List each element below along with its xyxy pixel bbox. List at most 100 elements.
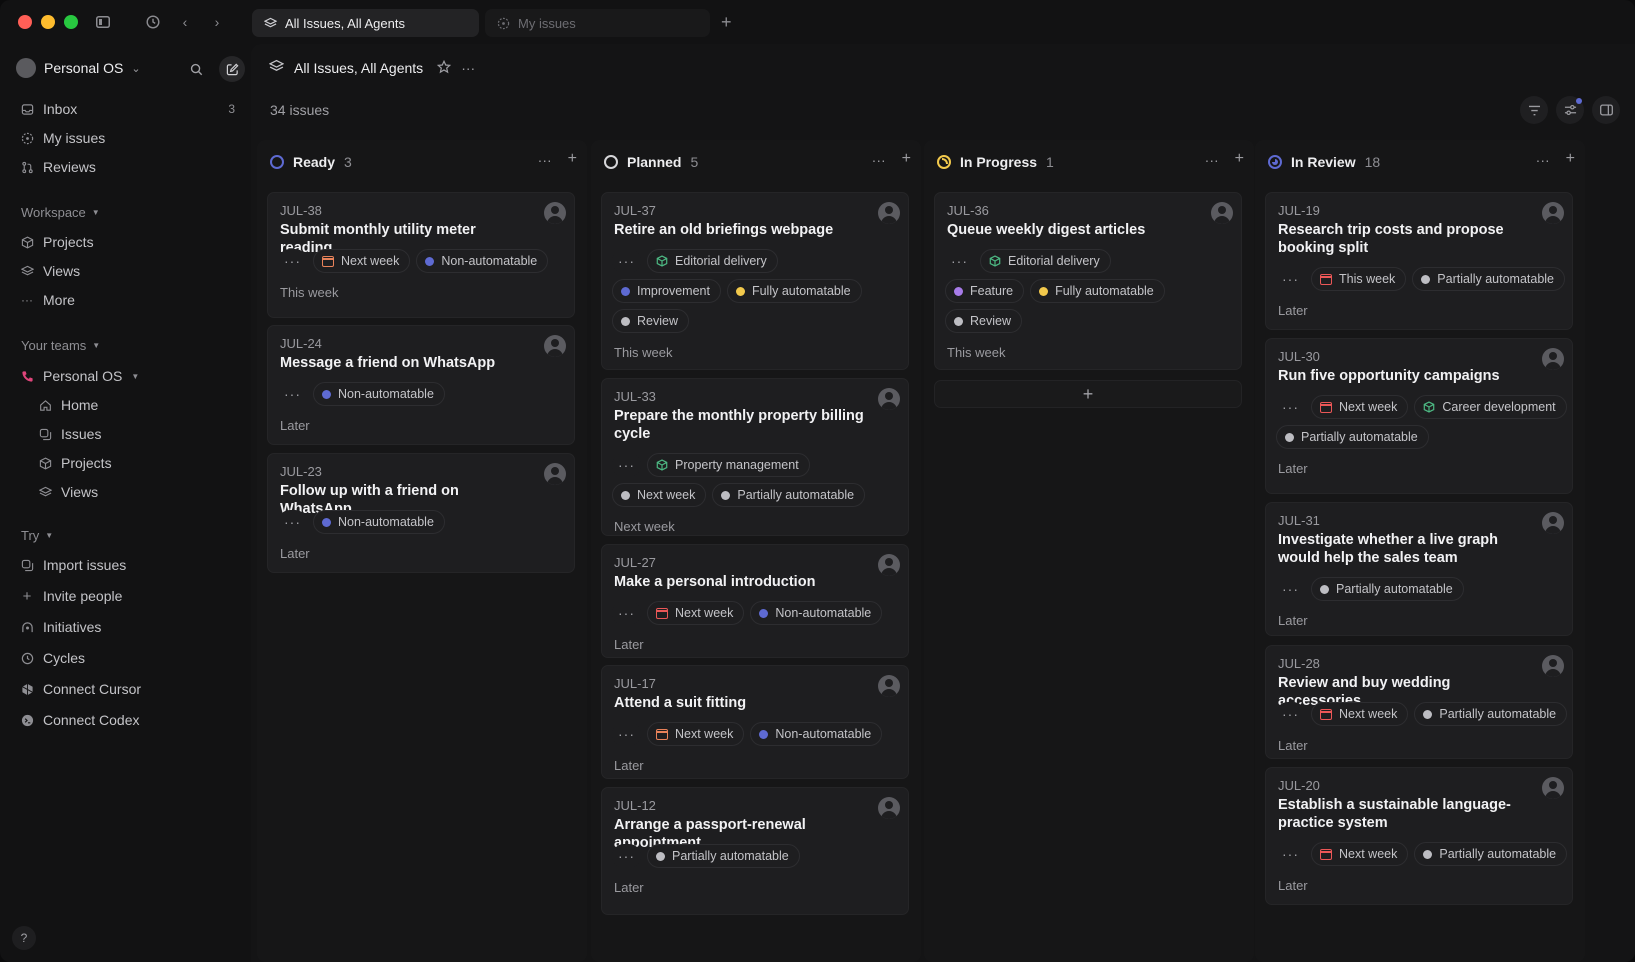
add-issue-icon[interactable]: + xyxy=(1566,150,1575,168)
chip-editorial-delivery[interactable]: Editorial delivery xyxy=(647,249,778,273)
chip-non-automatable[interactable]: Non-automatable xyxy=(313,510,445,534)
issue-card[interactable]: JUL-12 Arrange a passport-renewal appoint… xyxy=(601,787,909,915)
compose-icon[interactable] xyxy=(219,56,245,82)
more-actions-icon[interactable]: ··· xyxy=(278,510,307,534)
sidebar-item-connect-codex[interactable]: Connect Codex xyxy=(20,708,235,732)
assignee-avatar[interactable] xyxy=(878,202,900,224)
sidebar-toggle-icon[interactable] xyxy=(93,12,113,32)
chip-partially-automatable[interactable]: Partially automatable xyxy=(1414,702,1568,726)
chip-career-development[interactable]: Career development xyxy=(1414,395,1567,419)
issue-card[interactable]: JUL-20 Establish a sustainable language-p… xyxy=(1265,767,1573,905)
chip-partially-automatable[interactable]: Partially automatable xyxy=(1276,425,1429,449)
sidebar-item-import-issues[interactable]: Import issues xyxy=(20,553,235,577)
chip-partially-automatable[interactable]: Partially automatable xyxy=(1311,577,1464,601)
issue-card[interactable]: JUL-19 Research trip costs and propose bo… xyxy=(1265,192,1573,330)
side-panel-icon[interactable] xyxy=(1592,96,1620,124)
assignee-avatar[interactable] xyxy=(1542,202,1564,224)
sidebar-item-initiatives[interactable]: Initiatives xyxy=(20,615,235,639)
star-icon[interactable] xyxy=(437,59,452,77)
new-tab-button[interactable]: + xyxy=(721,12,732,33)
sidebar-item-invite-people[interactable]: + Invite people xyxy=(20,584,235,608)
assignee-avatar[interactable] xyxy=(1542,655,1564,677)
search-icon[interactable] xyxy=(183,56,209,82)
assignee-avatar[interactable] xyxy=(878,388,900,410)
issue-card[interactable]: JUL-33 Prepare the monthly property billi… xyxy=(601,378,909,536)
sidebar-item-my-issues[interactable]: My issues xyxy=(20,126,235,150)
issue-card[interactable]: JUL-30 Run five opportunity campaigns ··· N… xyxy=(1265,338,1573,494)
more-options-icon[interactable]: ··· xyxy=(461,60,475,76)
more-actions-icon[interactable]: ··· xyxy=(1276,395,1305,419)
more-options-icon[interactable]: ··· xyxy=(538,152,552,168)
chip-next-week[interactable]: Next week xyxy=(1311,395,1409,419)
assignee-avatar[interactable] xyxy=(878,554,900,576)
assignee-avatar[interactable] xyxy=(1542,777,1564,799)
issue-card[interactable]: JUL-28 Review and buy wedding accessories… xyxy=(1265,645,1573,759)
chip-fully-automatable[interactable]: Fully automatable xyxy=(726,279,862,303)
sidebar-item-connect-cursor[interactable]: Connect Cursor xyxy=(20,677,235,701)
more-actions-icon[interactable]: ··· xyxy=(612,249,641,273)
maximize-window-button[interactable] xyxy=(64,15,78,29)
chip-next-week[interactable]: Next week xyxy=(1311,842,1409,866)
sidebar-item-team-views[interactable]: Views xyxy=(38,480,235,504)
add-card-button[interactable]: + xyxy=(934,380,1242,408)
chip-improvement[interactable]: Improvement xyxy=(612,279,721,303)
sidebar-item-views[interactable]: Views xyxy=(20,259,235,283)
issue-card[interactable]: JUL-27 Make a personal introduction ··· Nex… xyxy=(601,544,909,658)
workspace-section-header[interactable]: Workspace ▼ xyxy=(21,205,100,220)
history-icon[interactable] xyxy=(143,12,163,32)
assignee-avatar[interactable] xyxy=(1542,348,1564,370)
sidebar-item-inbox[interactable]: Inbox 3 xyxy=(20,97,235,121)
chip-review[interactable]: Review xyxy=(612,309,689,333)
back-icon[interactable]: ‹ xyxy=(175,12,195,32)
assignee-avatar[interactable] xyxy=(878,675,900,697)
sidebar-item-cycles[interactable]: Cycles xyxy=(20,646,235,670)
assignee-avatar[interactable] xyxy=(544,463,566,485)
try-section-header[interactable]: Try ▼ xyxy=(21,528,53,543)
chip-non-automatable[interactable]: Non-automatable xyxy=(313,382,445,406)
add-issue-icon[interactable]: + xyxy=(1235,150,1244,168)
tab-my-issues[interactable]: My issues xyxy=(485,9,710,37)
more-actions-icon[interactable]: ··· xyxy=(612,722,641,746)
help-button[interactable]: ? xyxy=(12,926,36,950)
workspace-switcher[interactable]: Personal OS ⌄ xyxy=(16,58,141,78)
more-actions-icon[interactable]: ··· xyxy=(945,249,974,273)
assignee-avatar[interactable] xyxy=(878,797,900,819)
chip-review[interactable]: Review xyxy=(945,309,1022,333)
sidebar-item-issues[interactable]: Issues xyxy=(38,422,235,446)
assignee-avatar[interactable] xyxy=(544,202,566,224)
more-actions-icon[interactable]: ··· xyxy=(1276,577,1305,601)
chip-next-week[interactable]: Next week xyxy=(313,249,411,273)
filter-icon[interactable] xyxy=(1520,96,1548,124)
chip-next-week[interactable]: Next week xyxy=(612,483,707,507)
assignee-avatar[interactable] xyxy=(1542,512,1564,534)
more-options-icon[interactable]: ··· xyxy=(1205,152,1219,168)
assignee-avatar[interactable] xyxy=(1211,202,1233,224)
more-options-icon[interactable]: ··· xyxy=(872,152,886,168)
issue-card[interactable]: JUL-37 Retire an old briefings webpage ···… xyxy=(601,192,909,370)
more-actions-icon[interactable]: ··· xyxy=(1276,702,1305,726)
chip-next-week[interactable]: Next week xyxy=(1311,702,1409,726)
more-options-icon[interactable]: ··· xyxy=(1536,152,1550,168)
more-actions-icon[interactable]: ··· xyxy=(1276,842,1305,866)
chip-fully-automatable[interactable]: Fully automatable xyxy=(1030,279,1165,303)
sidebar-item-reviews[interactable]: Reviews xyxy=(20,155,235,179)
add-issue-icon[interactable]: + xyxy=(568,150,577,168)
issue-card[interactable]: JUL-24 Message a friend on WhatsApp ··· Non… xyxy=(267,325,575,445)
chip-non-automatable[interactable]: Non-automatable xyxy=(416,249,549,273)
more-actions-icon[interactable]: ··· xyxy=(1276,267,1305,291)
tab-all-issues[interactable]: All Issues, All Agents xyxy=(252,9,479,37)
chip-this-week[interactable]: This week xyxy=(1311,267,1407,291)
issue-card[interactable]: JUL-31 Investigate whether a live graph w… xyxy=(1265,502,1573,636)
sidebar-item-more[interactable]: ··· More xyxy=(20,288,235,312)
chip-partially-automatable[interactable]: Partially automatable xyxy=(1412,267,1566,291)
more-actions-icon[interactable]: ··· xyxy=(612,453,641,477)
chip-partially-automatable[interactable]: Partially automatable xyxy=(712,483,866,507)
assignee-avatar[interactable] xyxy=(544,335,566,357)
chip-partially-automatable[interactable]: Partially automatable xyxy=(1414,842,1568,866)
issue-card[interactable]: JUL-36 Queue weekly digest articles ··· Edi… xyxy=(934,192,1242,370)
chip-non-automatable[interactable]: Non-automatable xyxy=(750,601,883,625)
issue-card[interactable]: JUL-17 Attend a suit fitting ··· Next week N… xyxy=(601,665,909,779)
chip-next-week[interactable]: Next week xyxy=(647,601,745,625)
more-actions-icon[interactable]: ··· xyxy=(612,844,641,868)
teams-section-header[interactable]: Your teams ▼ xyxy=(21,338,100,353)
